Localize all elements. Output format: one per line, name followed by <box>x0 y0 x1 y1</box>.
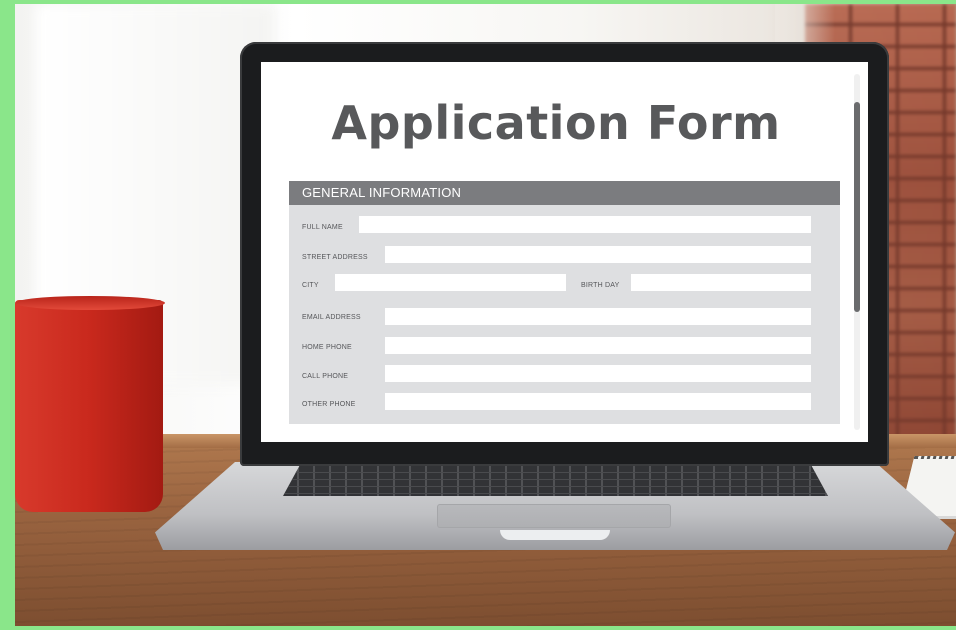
section-header: GENERAL INFORMATION <box>289 181 840 205</box>
full-name-field[interactable] <box>359 216 811 233</box>
other-phone-field[interactable] <box>385 393 811 410</box>
other-phone-label: OTHER PHONE <box>302 401 356 408</box>
red-mug <box>15 300 163 512</box>
laptop-screen: Application Form GENERAL INFORMATION FUL… <box>261 62 868 442</box>
call-phone-field[interactable] <box>385 365 811 382</box>
form-title: Application Form <box>331 96 781 150</box>
keyboard-rows <box>283 466 828 496</box>
city-field[interactable] <box>335 274 566 291</box>
email-address-label: EMAIL ADDRESS <box>302 314 361 321</box>
street-address-field[interactable] <box>385 246 811 263</box>
street-address-label: STREET ADDRESS <box>302 254 368 261</box>
scrollbar-thumb[interactable] <box>854 102 860 312</box>
trackpad <box>437 504 671 528</box>
photo: Application Form GENERAL INFORMATION FUL… <box>15 4 956 626</box>
scrollbar[interactable] <box>854 74 860 430</box>
base-notch <box>500 530 610 540</box>
birth-day-label: BIRTH DAY <box>581 282 620 289</box>
form-panel: GENERAL INFORMATION FULL NAME STREET ADD… <box>289 181 840 424</box>
birth-day-field[interactable] <box>631 274 811 291</box>
city-label: CITY <box>302 282 319 289</box>
email-address-field[interactable] <box>385 308 811 325</box>
full-name-label: FULL NAME <box>302 224 343 231</box>
home-phone-field[interactable] <box>385 337 811 354</box>
mug-rim <box>15 296 165 310</box>
home-phone-label: HOME PHONE <box>302 344 352 351</box>
call-phone-label: CALL PHONE <box>302 373 349 380</box>
